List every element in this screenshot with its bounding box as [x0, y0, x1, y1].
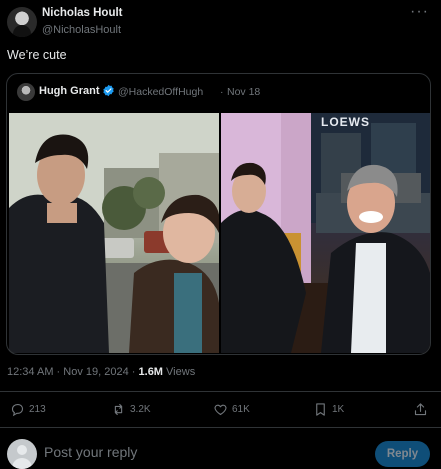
- reply-button[interactable]: Reply: [375, 441, 430, 467]
- post-meta: 12:34 AM · Nov 19, 2024 · 1.6M Views: [7, 366, 195, 378]
- verified-badge-icon: [103, 84, 114, 97]
- views-count[interactable]: 1.6M: [139, 366, 163, 378]
- bookmark-count: 1K: [332, 403, 345, 415]
- reply-avatar: [7, 439, 37, 469]
- bookmark-icon: [316, 402, 325, 416]
- tweet-text: We’re cute: [7, 48, 67, 62]
- quoted-media[interactable]: LOEWS: [9, 113, 430, 353]
- repost-action[interactable]: 3.2K: [111, 402, 151, 416]
- reply-input[interactable]: Post your reply: [44, 444, 137, 460]
- author-name[interactable]: Nicholas Hoult: [42, 7, 123, 19]
- post-date[interactable]: Nov 19, 2024: [63, 366, 128, 378]
- quoted-post[interactable]: Hugh Grant @HackedOffHugh · Nov 18 LOEWS: [6, 73, 431, 355]
- author-handle[interactable]: @NicholasHoult: [42, 24, 121, 36]
- divider-top: [0, 391, 441, 392]
- repost-icon: [114, 403, 123, 415]
- quoted-author-avatar: [17, 83, 35, 101]
- quoted-author-handle: @HackedOffHugh: [118, 86, 204, 98]
- bookmark-action[interactable]: 1K: [313, 402, 344, 416]
- photo-event-scene[interactable]: LOEWS: [221, 113, 430, 353]
- share-icon: [414, 402, 427, 415]
- reply-icon: [11, 403, 24, 416]
- views-label: Views: [166, 366, 196, 378]
- more-options-icon[interactable]: ···: [410, 3, 429, 21]
- like-count: 61K: [232, 403, 250, 415]
- author-avatar[interactable]: [7, 7, 37, 37]
- photo-sign-text: LOEWS: [321, 115, 370, 129]
- share-action[interactable]: [413, 402, 428, 416]
- photo-street-scene[interactable]: [9, 113, 219, 353]
- meta-separator: ·: [56, 366, 61, 378]
- post-time[interactable]: 12:34 AM: [7, 366, 53, 378]
- like-action[interactable]: 61K: [213, 402, 250, 416]
- repost-count: 3.2K: [130, 403, 151, 415]
- quoted-separator: ·: [220, 86, 224, 98]
- meta-separator-2: ·: [131, 366, 136, 378]
- reply-action[interactable]: 213: [10, 402, 46, 416]
- quoted-author-name: Hugh Grant: [39, 85, 100, 97]
- reply-count: 213: [29, 403, 46, 415]
- heart-icon: [214, 404, 227, 415]
- quoted-date: Nov 18: [227, 86, 261, 98]
- divider-bottom: [0, 427, 441, 428]
